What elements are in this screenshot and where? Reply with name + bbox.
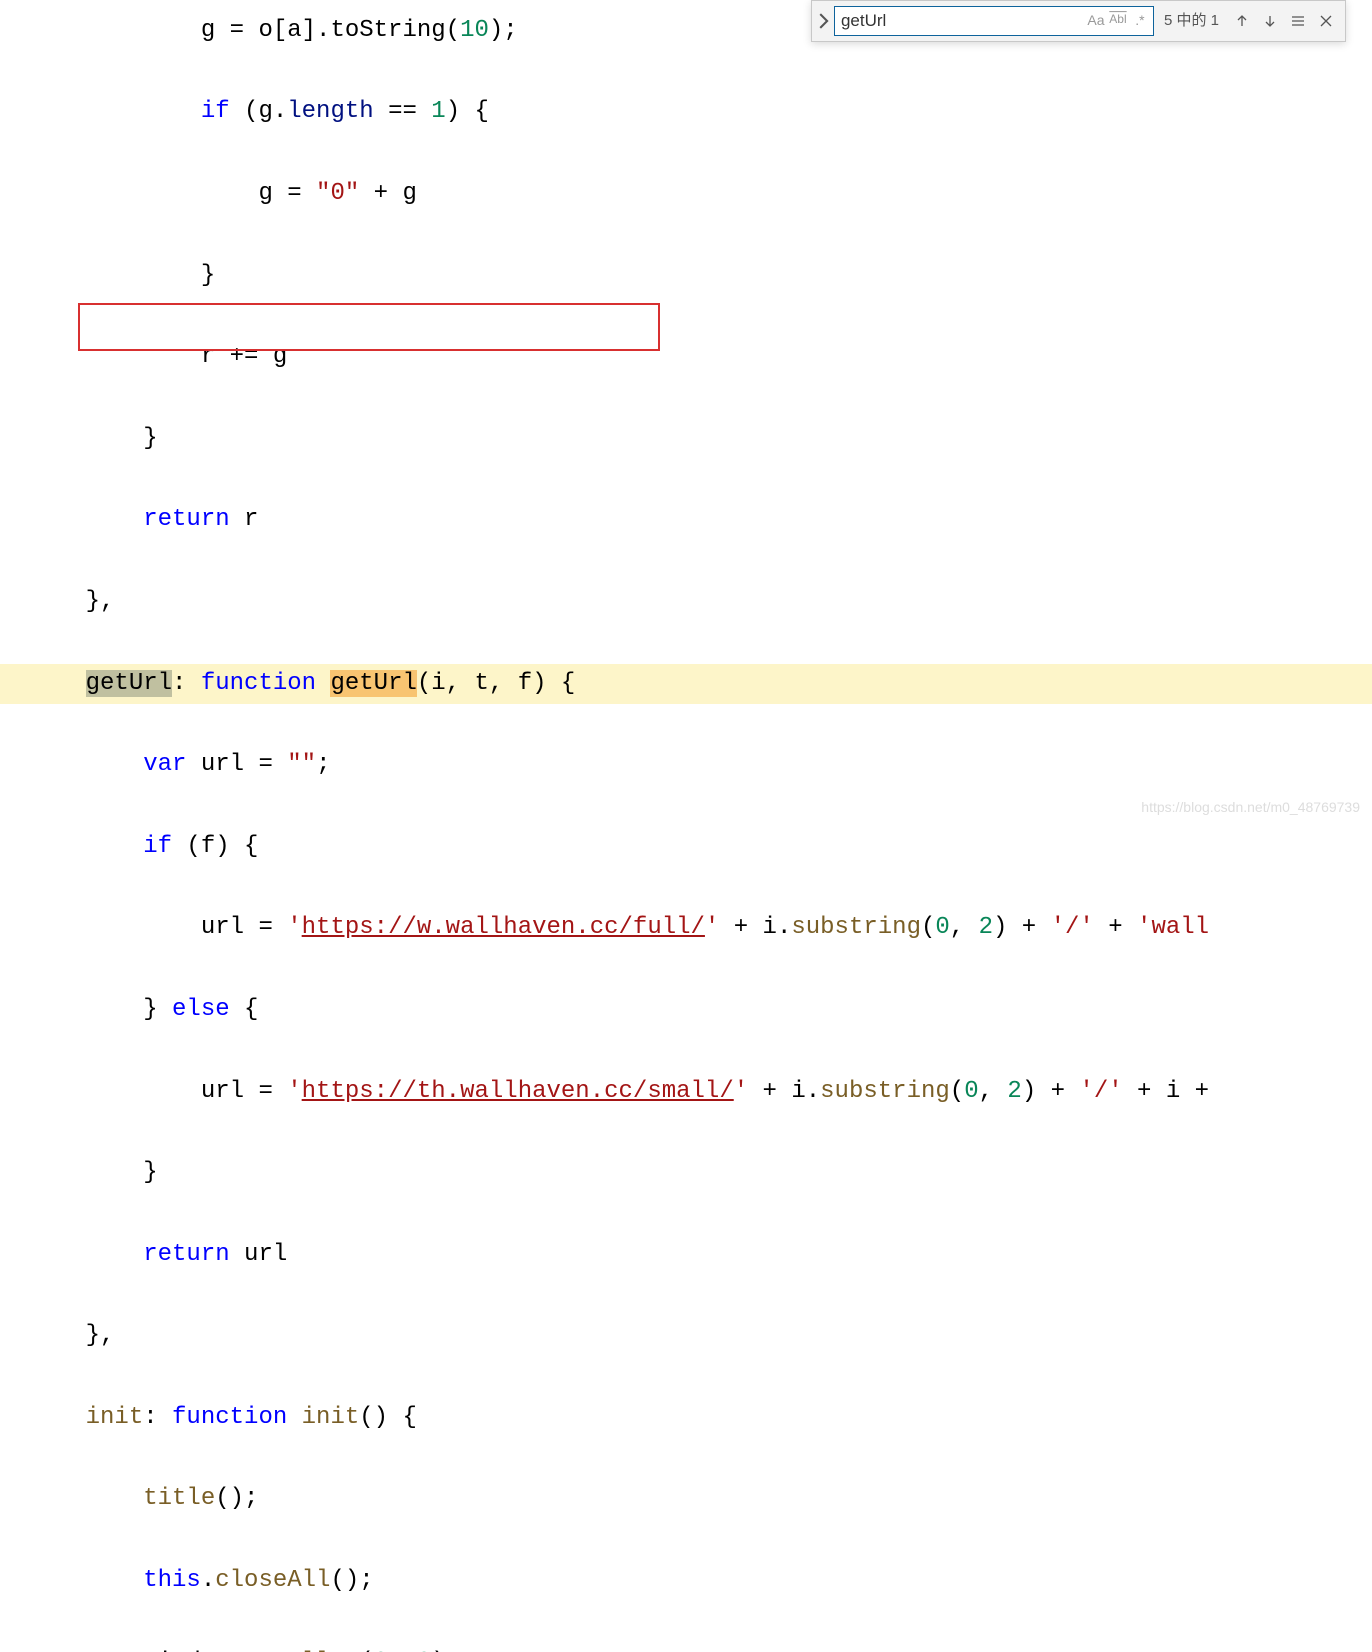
code-line: return r	[28, 500, 1372, 541]
code-line: }	[28, 256, 1372, 297]
code-line: if (f) {	[28, 827, 1372, 868]
code-line: },	[28, 582, 1372, 623]
code-line: if (g.length == 1) {	[28, 92, 1372, 133]
close-search-button[interactable]	[1313, 8, 1339, 34]
code-line: r += g	[28, 337, 1372, 378]
code-editor[interactable]: g = o[a].toString(10); if (g.length == 1…	[0, 0, 1372, 826]
code-line: } else {	[28, 990, 1372, 1031]
previous-match-button[interactable]	[1229, 8, 1255, 34]
code-line: url = 'https://w.wallhaven.cc/full/' + i…	[28, 908, 1372, 949]
find-widget: Aa Abl .* 5 中的 1	[811, 0, 1346, 42]
code-line-highlighted: getUrl: function getUrl(i, t, f) {	[0, 664, 1372, 705]
code-line: g = "0" + g	[28, 174, 1372, 215]
code-line: return url	[28, 1235, 1372, 1276]
arrow-down-icon	[1262, 13, 1278, 29]
search-match: getUrl	[86, 670, 172, 697]
arrow-up-icon	[1234, 13, 1250, 29]
code-line: }	[28, 1153, 1372, 1194]
code-line: url = 'https://th.wallhaven.cc/small/' +…	[28, 1072, 1372, 1113]
chevron-right-icon	[812, 10, 834, 32]
code-line: window.scrollTo(0, 0);	[28, 1643, 1372, 1652]
close-icon	[1318, 13, 1334, 29]
code-line: init: function init() {	[28, 1398, 1372, 1439]
code-line: title();	[28, 1479, 1372, 1520]
code-line: this.closeAll();	[28, 1561, 1372, 1602]
code-line: var url = "";	[28, 745, 1372, 786]
match-whole-word-button[interactable]: Abl	[1108, 9, 1128, 33]
code-line: },	[28, 1316, 1372, 1357]
match-case-button[interactable]: Aa	[1086, 9, 1106, 33]
find-in-selection-button[interactable]	[1285, 8, 1311, 34]
next-match-button[interactable]	[1257, 8, 1283, 34]
toggle-replace-button[interactable]	[812, 1, 834, 41]
search-result-count: 5 中的 1	[1154, 8, 1229, 34]
search-match-current: getUrl	[330, 670, 416, 697]
code-line: }	[28, 419, 1372, 460]
regex-button[interactable]: .*	[1130, 9, 1150, 33]
selection-icon	[1290, 13, 1306, 29]
